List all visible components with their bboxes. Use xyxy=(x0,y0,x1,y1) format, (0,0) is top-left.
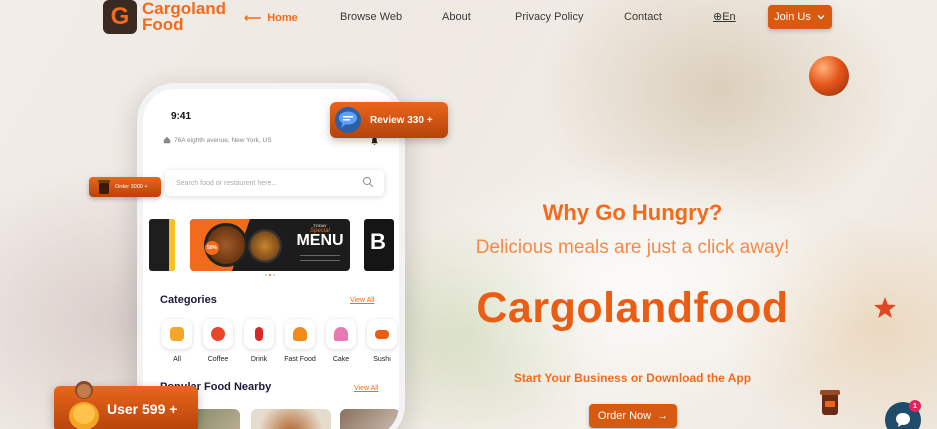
hero-tagline: Delicious meals are just a click away! xyxy=(475,237,790,258)
carousel-dot-active[interactable] xyxy=(269,274,271,276)
user-count-badge: User 599 + xyxy=(54,381,198,429)
coffee-cup-decoration-icon xyxy=(820,390,840,415)
arrow-right-icon: → xyxy=(657,410,669,422)
nav-link-home[interactable]: ⟵ Home xyxy=(244,11,298,25)
burger-icon xyxy=(285,319,315,349)
decorative-orb xyxy=(809,56,849,96)
chat-bubble-icon xyxy=(896,413,910,427)
coffee-cup-icon xyxy=(98,180,110,194)
chevron-down-icon xyxy=(817,15,825,20)
food-plate-image xyxy=(248,229,282,263)
delivery-address-text: 76A eighth avenue, New York, US xyxy=(174,136,272,144)
person-figure-icon xyxy=(69,381,99,429)
order-now-button[interactable]: Order Now → xyxy=(589,404,677,428)
category-label: Cake xyxy=(332,356,350,363)
delivery-address[interactable]: 76A eighth avenue, New York, US xyxy=(163,136,272,144)
drink-icon xyxy=(244,319,274,349)
food-search-input[interactable]: Search food or restaurent here... xyxy=(165,170,384,196)
hero-brand-title: Cargolandfood xyxy=(476,284,789,332)
promo-banner-next[interactable]: B xyxy=(364,219,394,271)
nav-link-about[interactable]: About xyxy=(442,11,471,23)
sushi-icon xyxy=(367,319,397,349)
categories-heading: Categories xyxy=(160,294,217,306)
banner-divider xyxy=(300,255,340,256)
category-swatch xyxy=(334,327,348,341)
brand-logo[interactable]: G Cargoland Food xyxy=(103,0,226,34)
banner-menu-title: MENU xyxy=(296,232,344,249)
category-sushi[interactable]: Sushi xyxy=(365,319,399,363)
category-cake[interactable]: Cake xyxy=(324,319,358,363)
brand-name: Cargoland Food xyxy=(142,0,226,34)
coffee-icon xyxy=(203,319,233,349)
food-search-placeholder: Search food or restaurent here... xyxy=(176,179,278,187)
star-icon xyxy=(874,297,896,318)
category-label: Sushi xyxy=(373,356,391,363)
banner-divider xyxy=(300,260,340,261)
hero-subtitle: Start Your Business or Download the App xyxy=(513,371,752,385)
chat-bubble-icon xyxy=(335,107,361,133)
category-swatch xyxy=(375,329,389,339)
chat-unread-badge: 1 xyxy=(909,400,921,412)
category-coffee[interactable]: Coffee xyxy=(201,319,235,363)
review-count-text: Review 330 + xyxy=(370,114,433,126)
order-now-label: Order Now xyxy=(597,410,652,422)
category-swatch xyxy=(170,327,184,341)
language-selector[interactable]: ⊕En xyxy=(713,10,736,23)
popular-food-card[interactable] xyxy=(251,409,331,429)
discount-badge: 50% xyxy=(205,241,219,255)
category-all[interactable]: All xyxy=(160,319,194,363)
category-label: Coffee xyxy=(207,356,229,363)
user-count-text: User 599 + xyxy=(107,401,178,417)
category-label: Fast Food xyxy=(284,356,316,363)
globe-icon: ⊕ xyxy=(713,11,723,23)
language-label: En xyxy=(722,11,736,23)
join-us-label: Join Us xyxy=(774,11,811,23)
category-swatch xyxy=(211,327,225,341)
order-count-badge: Order 3000 + xyxy=(89,177,161,197)
carousel-dot[interactable] xyxy=(265,274,267,276)
nav-link-browse-web[interactable]: Browse Web xyxy=(340,11,402,23)
category-swatch xyxy=(293,327,307,341)
brand-name-line2: Food xyxy=(142,15,184,34)
order-count-text: Order 3000 + xyxy=(115,184,148,190)
promo-banner-previous[interactable] xyxy=(149,219,175,271)
join-us-button[interactable]: Join Us xyxy=(768,5,832,29)
top-navbar: G Cargoland Food ⟵ Home Browse Web About… xyxy=(0,0,937,36)
carousel-dot[interactable] xyxy=(273,274,275,276)
popular-food-card[interactable] xyxy=(340,409,399,429)
arrow-left-icon: ⟵ xyxy=(244,11,262,25)
home-icon xyxy=(163,136,171,144)
cupcake-icon xyxy=(326,319,356,349)
hero-kicker: Why Go Hungry? xyxy=(542,200,723,225)
logo-icon: G xyxy=(103,0,137,34)
nav-link-privacy-policy[interactable]: Privacy Policy xyxy=(515,11,583,23)
nav-link-contact[interactable]: Contact xyxy=(624,11,662,23)
nav-link-home-label: Home xyxy=(267,12,298,24)
all-food-icon xyxy=(162,319,192,349)
category-drink[interactable]: Drink xyxy=(242,319,276,363)
review-count-badge: Review 330 + xyxy=(330,102,448,138)
category-label: Drink xyxy=(250,356,268,363)
popular-food-view-all-link[interactable]: View All xyxy=(354,385,378,392)
category-fast-food[interactable]: Fast Food xyxy=(283,319,317,363)
category-label: All xyxy=(173,356,181,363)
promo-banner-special-menu[interactable]: 50% TODAY Special MENU xyxy=(190,219,350,271)
phone-status-time: 9:41 xyxy=(171,111,192,122)
category-swatch xyxy=(255,327,263,341)
carousel-dots xyxy=(265,274,275,276)
search-icon xyxy=(362,176,374,188)
categories-view-all-link[interactable]: View All xyxy=(350,297,374,304)
